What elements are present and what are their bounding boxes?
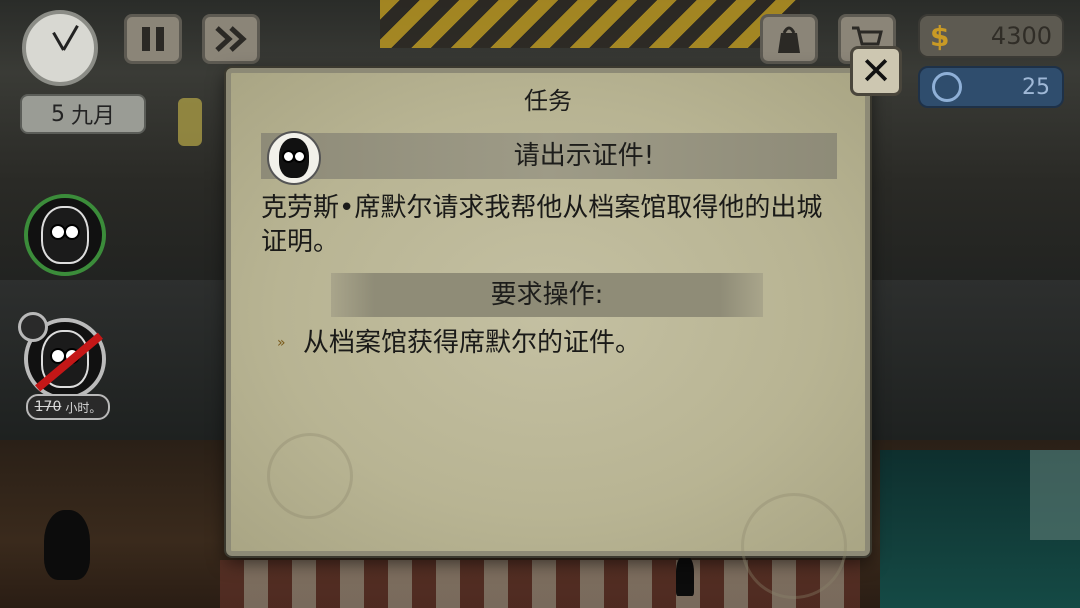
requirements-header: 要求操作: — [331, 273, 763, 317]
close-icon: ✕ — [860, 49, 892, 93]
clock-icon — [22, 10, 98, 86]
token-counter: 25 — [918, 66, 1064, 108]
eye — [64, 224, 80, 240]
quest-dialog: 任务 请出示证件! 克劳斯•席默尔请求我帮他从档案馆取得他的出城证明。 要求操作… — [226, 68, 870, 599]
inventory-button[interactable] — [760, 14, 818, 64]
hanging-lamp — [178, 98, 202, 146]
date-month: 九月 — [70, 104, 115, 129]
quest-name: 请出示证件! — [513, 141, 655, 171]
coin-icon — [932, 72, 962, 102]
date-badge: 5 九月 — [20, 94, 146, 134]
window — [1030, 450, 1080, 540]
quest-giver-face — [279, 138, 309, 178]
arrow-right-icon: » — [277, 335, 286, 351]
shadow-creature — [44, 510, 90, 580]
money-value: 4300 — [990, 22, 1052, 50]
quest-header: 请出示证件! — [261, 133, 837, 179]
quest-giver-portrait — [267, 131, 321, 185]
pause-button[interactable] — [124, 14, 182, 64]
dialog-title: 任务 — [524, 87, 572, 115]
requirement-item: » 从档案馆获得席默尔的证件。 — [277, 323, 641, 363]
police-badge-icon — [18, 312, 48, 342]
requirement-text: 从档案馆获得席默尔的证件。 — [303, 328, 642, 358]
hazard-stripe — [380, 0, 800, 48]
fast-forward-icon — [215, 26, 247, 52]
pause-icon — [142, 27, 164, 51]
date-day: 5 — [50, 101, 65, 127]
character-avatar-active[interactable] — [24, 194, 106, 276]
clock-minute-hand — [62, 25, 79, 51]
character-face — [41, 206, 89, 264]
hours-badge: 170 小时。 — [26, 394, 110, 420]
dollar-icon: $ — [930, 19, 950, 53]
fast-forward-button[interactable] — [202, 14, 260, 64]
bag-icon — [778, 26, 800, 53]
hours-value: 170 — [34, 399, 62, 415]
token-value: 25 — [1022, 74, 1050, 100]
child-silhouette — [676, 556, 694, 596]
seal-decoration — [267, 433, 353, 519]
quest-description: 克劳斯•席默尔请求我帮他从档案馆取得他的出城证明。 — [261, 193, 823, 257]
seal-decoration — [741, 493, 847, 599]
requirements-label: 要求操作: — [490, 280, 604, 310]
hours-unit: 小时。 — [65, 400, 102, 415]
eye — [293, 150, 306, 163]
money-counter: $ 4300 — [918, 14, 1064, 58]
close-button[interactable]: ✕ — [850, 46, 902, 96]
